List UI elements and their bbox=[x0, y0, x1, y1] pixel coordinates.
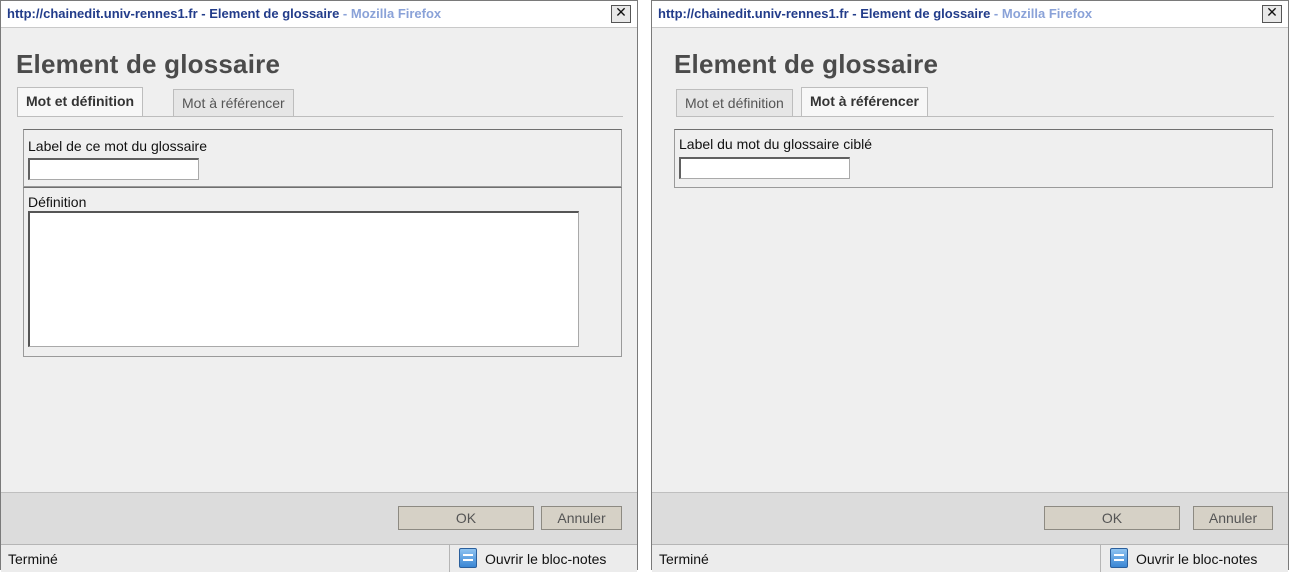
window-title: http://chainedit.univ-rennes1.fr - Eleme… bbox=[7, 6, 442, 21]
open-notepad-button[interactable]: Ouvrir le bloc-notes bbox=[1100, 545, 1288, 572]
popup-window-right: http://chainedit.univ-rennes1.fr - Eleme… bbox=[651, 0, 1289, 572]
label-field-label: Label de ce mot du glossaire bbox=[28, 138, 207, 154]
notepad-label: Ouvrir le bloc-notes bbox=[485, 551, 607, 567]
ok-button[interactable]: OK bbox=[1044, 506, 1180, 530]
notepad-icon bbox=[459, 548, 477, 568]
ok-button[interactable]: OK bbox=[398, 506, 534, 530]
cancel-button[interactable]: Annuler bbox=[541, 506, 622, 530]
page-title: Element de glossaire bbox=[16, 49, 281, 79]
close-icon: ✕ bbox=[615, 5, 627, 21]
tab-mot-et-definition[interactable]: Mot et définition bbox=[676, 89, 793, 116]
status-text: Terminé bbox=[8, 551, 58, 567]
close-window-button[interactable]: ✕ bbox=[1262, 5, 1282, 23]
page-title: Element de glossaire bbox=[674, 49, 939, 79]
label-input[interactable] bbox=[28, 158, 199, 180]
tab-mot-et-definition[interactable]: Mot et définition bbox=[17, 87, 144, 117]
close-icon: ✕ bbox=[1266, 5, 1278, 21]
status-bar: Terminé Ouvrir le bloc-notes bbox=[652, 544, 1288, 572]
target-fieldset: Label du mot du glossaire ciblé bbox=[674, 129, 1273, 188]
open-notepad-button[interactable]: Ouvrir le bloc-notes bbox=[449, 545, 637, 572]
cancel-button[interactable]: Annuler bbox=[1193, 506, 1273, 530]
definition-fieldset: Définition bbox=[23, 187, 622, 357]
notepad-label: Ouvrir le bloc-notes bbox=[1136, 551, 1258, 567]
title-bar: http://chainedit.univ-rennes1.fr - Eleme… bbox=[652, 1, 1288, 28]
window-title: http://chainedit.univ-rennes1.fr - Eleme… bbox=[658, 6, 1093, 21]
target-input[interactable] bbox=[679, 157, 850, 179]
tab-mot-a-referencer[interactable]: Mot à référencer bbox=[801, 87, 928, 117]
definition-label: Définition bbox=[28, 194, 87, 210]
label-fieldset: Label de ce mot du glossaire bbox=[23, 129, 622, 187]
close-window-button[interactable]: ✕ bbox=[611, 5, 631, 23]
notepad-icon bbox=[1110, 548, 1128, 568]
tab-divider bbox=[676, 116, 1274, 117]
tab-mot-a-referencer[interactable]: Mot à référencer bbox=[173, 89, 294, 116]
status-text: Terminé bbox=[659, 551, 709, 567]
target-field-label: Label du mot du glossaire ciblé bbox=[679, 136, 873, 152]
popup-window-left: http://chainedit.univ-rennes1.fr - Eleme… bbox=[0, 0, 638, 572]
definition-textarea[interactable] bbox=[28, 211, 579, 347]
tab-divider bbox=[17, 116, 623, 117]
title-bar: http://chainedit.univ-rennes1.fr - Eleme… bbox=[1, 1, 637, 28]
status-bar: Terminé Ouvrir le bloc-notes bbox=[1, 544, 637, 572]
